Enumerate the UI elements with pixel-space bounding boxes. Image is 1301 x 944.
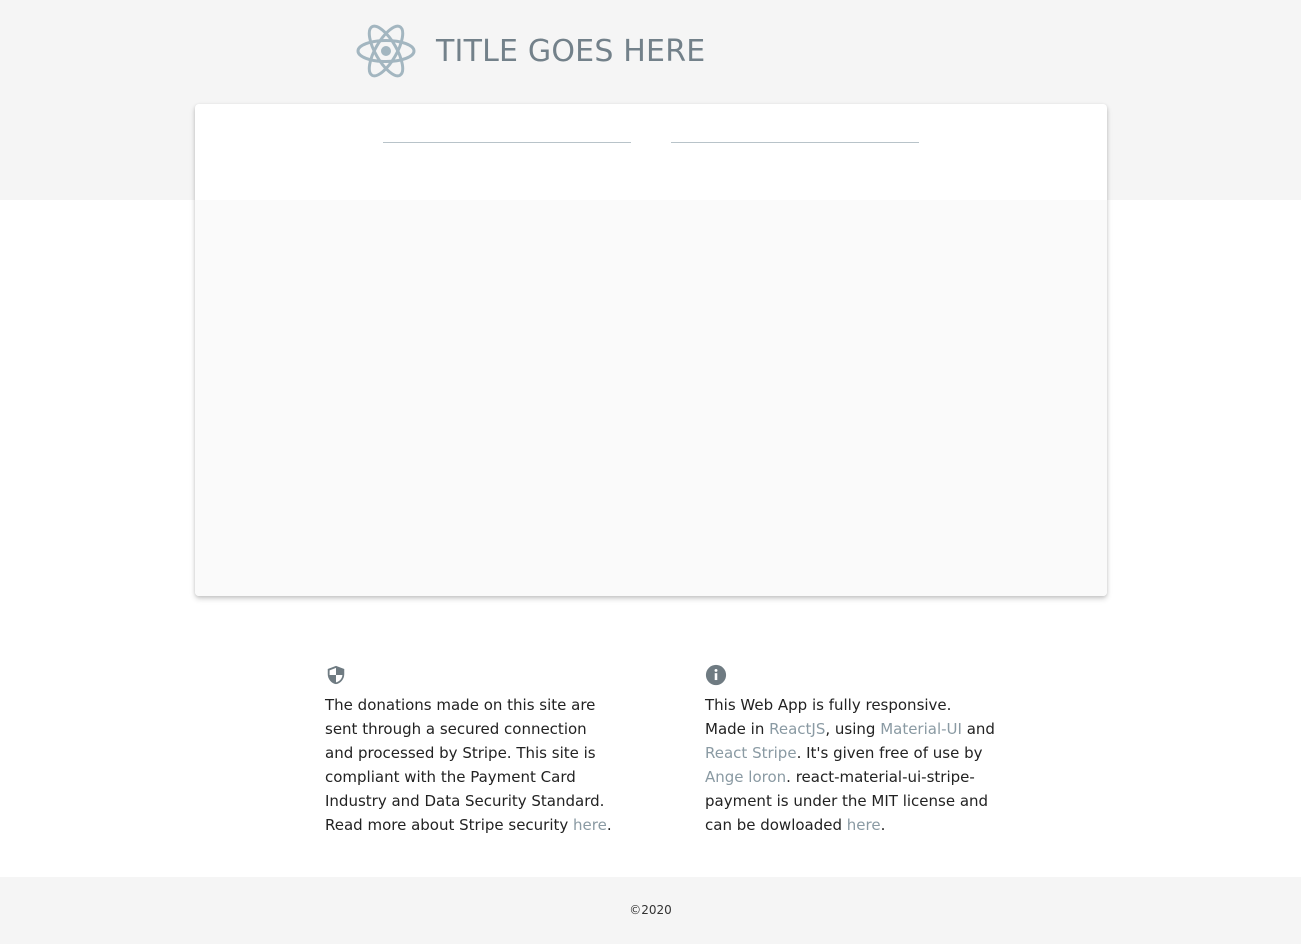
site-header: TITLE GOES HERE bbox=[356, 22, 705, 80]
react-atom-icon[interactable] bbox=[356, 22, 416, 80]
card-field-left[interactable] bbox=[383, 116, 631, 143]
info-icon bbox=[705, 664, 727, 686]
stripe-security-link[interactable]: here bbox=[573, 816, 607, 834]
card-field-right[interactable] bbox=[671, 116, 919, 143]
payment-card bbox=[195, 104, 1107, 596]
app-info: This Web App is fully responsive. Made i… bbox=[705, 664, 995, 837]
site-title: TITLE GOES HERE bbox=[436, 33, 706, 69]
shield-icon bbox=[327, 665, 345, 685]
download-link[interactable]: here bbox=[847, 816, 881, 834]
footer: ©2020 bbox=[0, 877, 1301, 944]
react-stripe-link[interactable]: React Stripe bbox=[705, 744, 797, 762]
copyright-text: ©2020 bbox=[629, 902, 672, 917]
material-ui-link[interactable]: Material-UI bbox=[880, 720, 962, 738]
reactjs-link[interactable]: ReactJS bbox=[769, 720, 825, 738]
author-link[interactable]: Ange loron bbox=[705, 768, 786, 786]
app-info-text: This Web App is fully responsive. Made i… bbox=[705, 696, 995, 834]
security-info: The donations made on this site are sent… bbox=[325, 664, 615, 837]
card-content-area bbox=[195, 200, 1107, 596]
security-info-text: The donations made on this site are sent… bbox=[325, 696, 612, 834]
